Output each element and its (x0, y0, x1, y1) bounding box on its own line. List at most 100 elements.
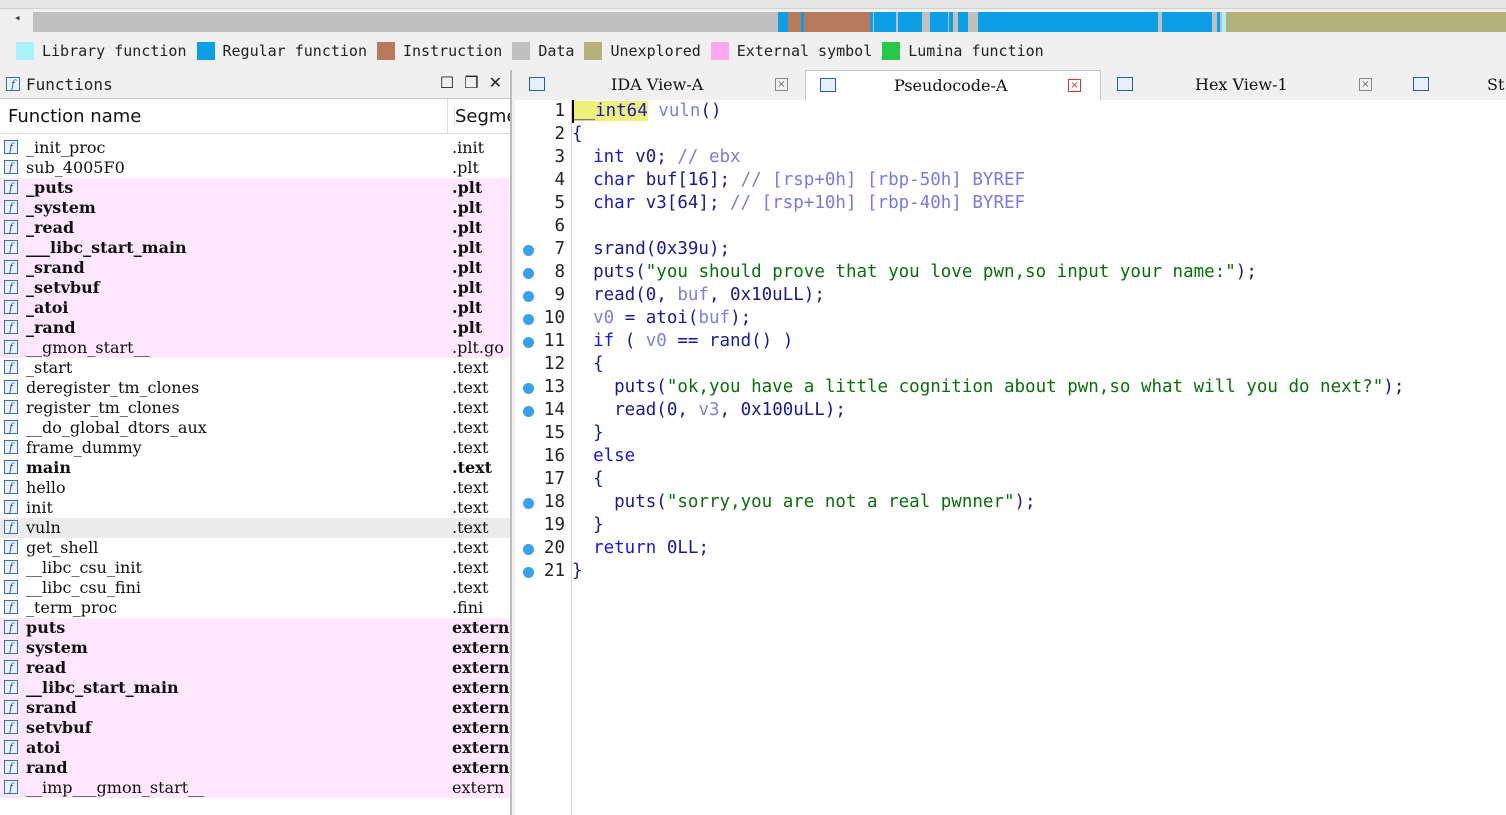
nav-segment[interactable] (1162, 12, 1212, 32)
tab-ida-view-a[interactable]: IDA View-A × (515, 70, 803, 100)
function-row[interactable]: f frame_dummy .text (0, 438, 510, 458)
code-text: read(0, buf, 0x10uLL); (572, 284, 825, 307)
function-row[interactable]: f get_shell .text (0, 538, 510, 558)
nav-segment[interactable] (932, 12, 948, 32)
tab-strings[interactable]: St (1399, 70, 1506, 100)
code-line[interactable]: 16 else (515, 445, 1506, 468)
nav-segment[interactable] (1226, 12, 1506, 32)
function-row[interactable]: f atoi extern (0, 738, 510, 758)
code-line[interactable]: 3 int v0; // ebx (515, 146, 1506, 169)
code-line[interactable]: 4 char buf[16]; // [rsp+0h] [rbp-50h] BY… (515, 169, 1506, 192)
navigation-bar[interactable] (33, 12, 1506, 32)
breakpoint-dot-icon[interactable] (523, 268, 534, 279)
code-line[interactable]: 10 v0 = atoi(buf); (515, 307, 1506, 330)
function-row[interactable]: f _puts .plt (0, 178, 510, 198)
nav-segment[interactable] (874, 12, 896, 32)
function-row[interactable]: f srand extern (0, 698, 510, 718)
nav-segment[interactable] (949, 12, 953, 32)
maximize-icon[interactable]: ☐ (440, 73, 454, 92)
function-row[interactable]: f _srand .plt (0, 258, 510, 278)
function-row[interactable]: f read extern (0, 658, 510, 678)
restore-icon[interactable]: ❐ (464, 73, 478, 92)
tab-hex-view-1[interactable]: Hex View-1 × (1103, 70, 1397, 100)
function-row[interactable]: f _init_proc .init (0, 138, 510, 158)
tab-close-icon[interactable]: × (775, 78, 788, 91)
tab-close-icon[interactable]: × (1359, 78, 1372, 91)
function-row[interactable]: f puts extern (0, 618, 510, 638)
code-line[interactable]: 13 puts("ok,you have a little cognition … (515, 376, 1506, 399)
function-row[interactable]: f vuln .text (0, 518, 510, 538)
function-row[interactable]: f deregister_tm_clones .text (0, 378, 510, 398)
breakpoint-dot-icon[interactable] (523, 498, 534, 509)
code-line[interactable]: 20 return 0LL; (515, 537, 1506, 560)
code-line[interactable]: 21} (515, 560, 1506, 583)
function-row[interactable]: f __gmon_start__ .plt.go (0, 338, 510, 358)
code-line[interactable]: 18 puts("sorry,you are not a real pwnner… (515, 491, 1506, 514)
function-row[interactable]: f _start .text (0, 358, 510, 378)
column-header-function-name[interactable]: Function name (8, 106, 141, 127)
function-row[interactable]: f _setvbuf .plt (0, 278, 510, 298)
tab-close-icon[interactable]: × (1068, 79, 1081, 92)
function-row[interactable]: f __imp___gmon_start__ extern (0, 778, 510, 798)
code-line[interactable]: 19 } (515, 514, 1506, 537)
breakpoint-dot-icon[interactable] (523, 567, 534, 578)
navigation-band[interactable]: ◂ (0, 9, 1506, 36)
function-row[interactable]: f main .text (0, 458, 510, 478)
nav-segment[interactable] (1217, 12, 1220, 32)
breakpoint-dot-icon[interactable] (523, 314, 534, 325)
code-line[interactable]: 8 puts("you should prove that you love p… (515, 261, 1506, 284)
function-row[interactable]: f system extern (0, 638, 510, 658)
function-row[interactable]: f __libc_csu_init .text (0, 558, 510, 578)
code-line[interactable]: 1 __int64 vuln() (515, 100, 1506, 123)
function-row[interactable]: f __libc_csu_fini .text (0, 578, 510, 598)
function-row[interactable]: f _read .plt (0, 218, 510, 238)
function-icon: f (4, 220, 18, 234)
breakpoint-dot-icon[interactable] (523, 406, 534, 417)
code-line[interactable]: 14 read(0, v3, 0x100uLL); (515, 399, 1506, 422)
nav-segment[interactable] (788, 12, 801, 32)
nav-segment[interactable] (958, 12, 968, 32)
function-row[interactable]: f init .text (0, 498, 510, 518)
code-line[interactable]: 6 (515, 215, 1506, 238)
nav-segment[interactable] (870, 12, 873, 32)
function-row[interactable]: f __do_global_dtors_aux .text (0, 418, 510, 438)
nav-segment[interactable] (804, 12, 870, 32)
code-line[interactable]: 2{ (515, 123, 1506, 146)
code-line[interactable]: 11 if ( v0 == rand() ) (515, 330, 1506, 353)
code-line[interactable]: 9 read(0, buf, 0x10uLL); (515, 284, 1506, 307)
code-line[interactable]: 5 char v3[64]; // [rsp+10h] [rbp-40h] BY… (515, 192, 1506, 215)
pseudocode-view[interactable]: 1 __int64 vuln() 2{3 int v0; // ebx 4 char … (515, 100, 1506, 815)
code-line[interactable]: 15 } (515, 422, 1506, 445)
function-row[interactable]: f sub_4005F0 .plt (0, 158, 510, 178)
function-row[interactable]: f register_tm_clones .text (0, 398, 510, 418)
nav-segment[interactable] (778, 12, 788, 32)
breakpoint-dot-icon[interactable] (523, 245, 534, 256)
function-row[interactable]: f hello .text (0, 478, 510, 498)
function-row[interactable]: f _term_proc .fini (0, 598, 510, 618)
code-token: v0 (645, 331, 667, 351)
breakpoint-dot-icon[interactable] (523, 291, 534, 302)
function-row[interactable]: f _system .plt (0, 198, 510, 218)
column-header-segment[interactable]: Segme (454, 106, 510, 127)
code-line[interactable]: 17 { (515, 468, 1506, 491)
function-icon: f (4, 400, 18, 414)
function-row[interactable]: f _atoi .plt (0, 298, 510, 318)
function-row[interactable]: f _rand .plt (0, 318, 510, 338)
function-row[interactable]: f rand extern (0, 758, 510, 778)
function-icon: f (4, 460, 18, 474)
line-number: 14 (543, 400, 565, 420)
nav-left-arrow-icon[interactable]: ◂ (14, 11, 21, 24)
tab-pseudocode-a[interactable]: Pseudocode-A × (805, 70, 1101, 100)
breakpoint-dot-icon[interactable] (523, 383, 534, 394)
function-row[interactable]: f setvbuf extern (0, 718, 510, 738)
breakpoint-dot-icon[interactable] (523, 544, 534, 555)
code-text: puts("you should prove that you love pwn… (572, 261, 1257, 284)
close-icon[interactable]: ✕ (489, 73, 502, 92)
function-row[interactable]: f __libc_start_main extern (0, 678, 510, 698)
code-line[interactable]: 12 { (515, 353, 1506, 376)
nav-segment[interactable] (978, 12, 1158, 32)
breakpoint-dot-icon[interactable] (523, 337, 534, 348)
code-line[interactable]: 7 srand(0x39u); (515, 238, 1506, 261)
nav-segment[interactable] (898, 12, 922, 32)
function-row[interactable]: f ___libc_start_main .plt (0, 238, 510, 258)
